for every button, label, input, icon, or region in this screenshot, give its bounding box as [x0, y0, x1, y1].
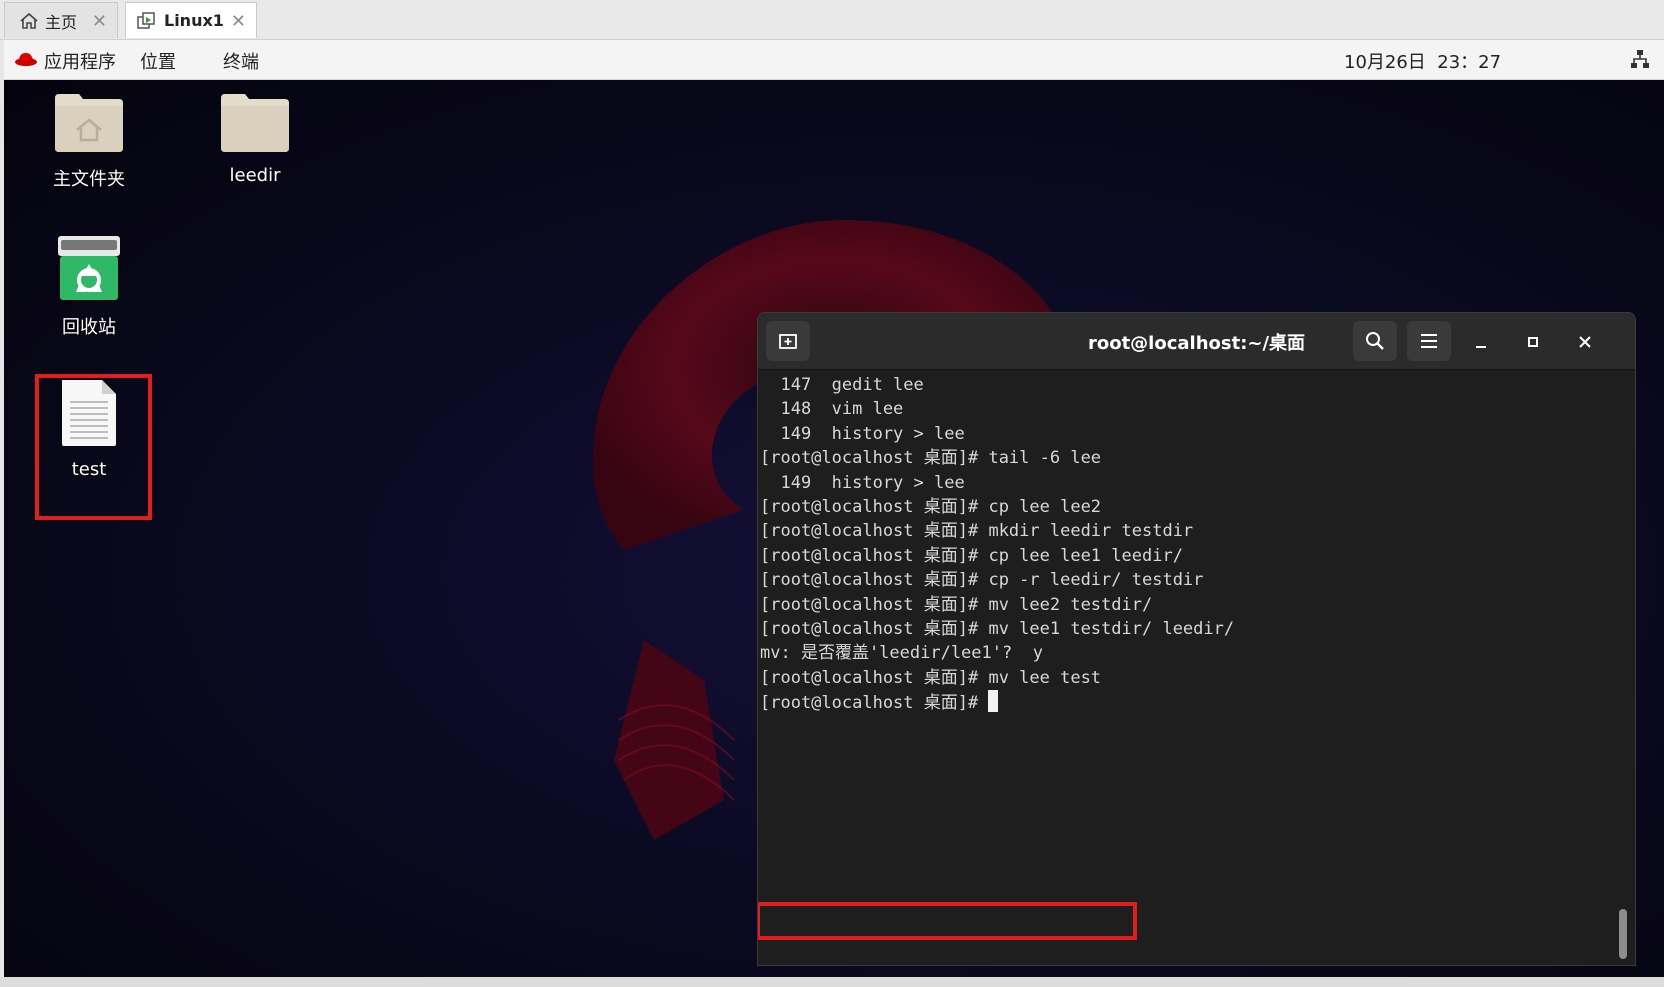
- home-icon: [19, 12, 39, 30]
- desktop-icon-leedir[interactable]: leedir: [200, 90, 310, 186]
- terminal-line: 149 history > lee: [760, 472, 965, 493]
- menu-button[interactable]: [1407, 321, 1451, 361]
- clock[interactable]: 10月26日 23：27: [1344, 48, 1501, 74]
- desktop-icon-trash[interactable]: 回收站: [34, 234, 144, 339]
- terminal-line: [root@localhost 桌面]# mkdir leedir testdi…: [760, 521, 1194, 542]
- places-menu[interactable]: 位置: [140, 48, 176, 74]
- hamburger-icon: [1420, 333, 1438, 349]
- terminal-line: [root@localhost 桌面]# mv lee2 testdir/: [760, 594, 1153, 615]
- highlight-box-test-file: [35, 374, 152, 520]
- top-panel: 应用程序 位置 终端 10月26日 23：27: [4, 40, 1664, 80]
- terminal-prompt-line[interactable]: [root@localhost 桌面]#: [760, 690, 1610, 715]
- search-icon: [1365, 331, 1385, 351]
- vm-status-strip: [0, 977, 1664, 987]
- search-button[interactable]: [1353, 321, 1397, 361]
- terminal-output[interactable]: 147 gedit lee 148 vim lee 149 history > …: [760, 373, 1610, 965]
- terminal-line: [root@localhost 桌面]# tail -6 lee: [760, 448, 1102, 469]
- vm-tab-home-label: 主页: [45, 12, 78, 32]
- terminal-line: 148 vim lee: [760, 399, 904, 420]
- terminal-line: [root@localhost 桌面]# mv lee test: [760, 667, 1102, 688]
- desktop-icon-label: 回收站: [62, 317, 116, 338]
- terminal-header-bar[interactable]: root@localhost:~/桌面: [758, 313, 1635, 370]
- terminal-line: [root@localhost 桌面]# cp lee lee1 leedir/: [760, 545, 1183, 566]
- close-icon: [1578, 335, 1592, 349]
- redhat-logo-icon[interactable]: [14, 51, 38, 72]
- terminal-line: 147 gedit lee: [760, 375, 924, 395]
- maximize-icon: [1526, 335, 1540, 349]
- vm-tab-home[interactable]: 主页 ✕: [4, 2, 118, 38]
- terminal-line: [root@localhost 桌面]# cp -r leedir/ testd…: [760, 570, 1204, 591]
- highlight-box-mv-command: [758, 902, 1137, 940]
- terminal-title: root@localhost:~/桌面: [1087, 333, 1306, 354]
- close-icon[interactable]: ✕: [231, 11, 246, 32]
- maximize-button[interactable]: [1518, 327, 1548, 357]
- folder-icon: [200, 90, 310, 159]
- minimize-icon: [1474, 335, 1488, 349]
- terminal-app-menu[interactable]: 终端: [223, 48, 259, 74]
- desktop-icon-label: 主文件夹: [53, 169, 125, 190]
- close-button[interactable]: [1570, 327, 1600, 357]
- terminal-line: [root@localhost 桌面]# mv lee1 testdir/ le…: [760, 619, 1235, 640]
- vm-tab-linux1[interactable]: Linux1 ✕: [125, 2, 257, 38]
- desktop-icon-label: leedir: [229, 165, 281, 186]
- minimize-button[interactable]: [1466, 327, 1496, 357]
- desktop-icon-home-folder[interactable]: 主文件夹: [34, 90, 144, 191]
- terminal-prompt: [root@localhost 桌面]#: [760, 693, 989, 714]
- terminal-line: mv: 是否覆盖'leedir/lee1'? y: [760, 643, 1043, 664]
- vm-icon: [136, 11, 158, 31]
- network-icon[interactable]: [1630, 49, 1650, 74]
- close-icon[interactable]: ✕: [92, 11, 107, 32]
- vm-tab-linux1-label: Linux1: [164, 11, 224, 30]
- terminal-line: 149 history > lee: [760, 423, 965, 444]
- scrollbar-thumb[interactable]: [1619, 909, 1627, 959]
- terminal-window[interactable]: root@localhost:~/桌面 147 gedit lee 148 vi…: [757, 312, 1636, 966]
- terminal-scrollbar[interactable]: [1617, 373, 1627, 963]
- home-folder-icon: [34, 90, 144, 159]
- terminal-line: [root@localhost 桌面]# cp lee lee2: [760, 497, 1102, 518]
- applications-menu[interactable]: 应用程序: [44, 48, 116, 74]
- trash-icon: [34, 234, 144, 307]
- text-cursor: [988, 690, 999, 713]
- vm-tab-bar: 主页 ✕ Linux1 ✕: [0, 0, 1664, 40]
